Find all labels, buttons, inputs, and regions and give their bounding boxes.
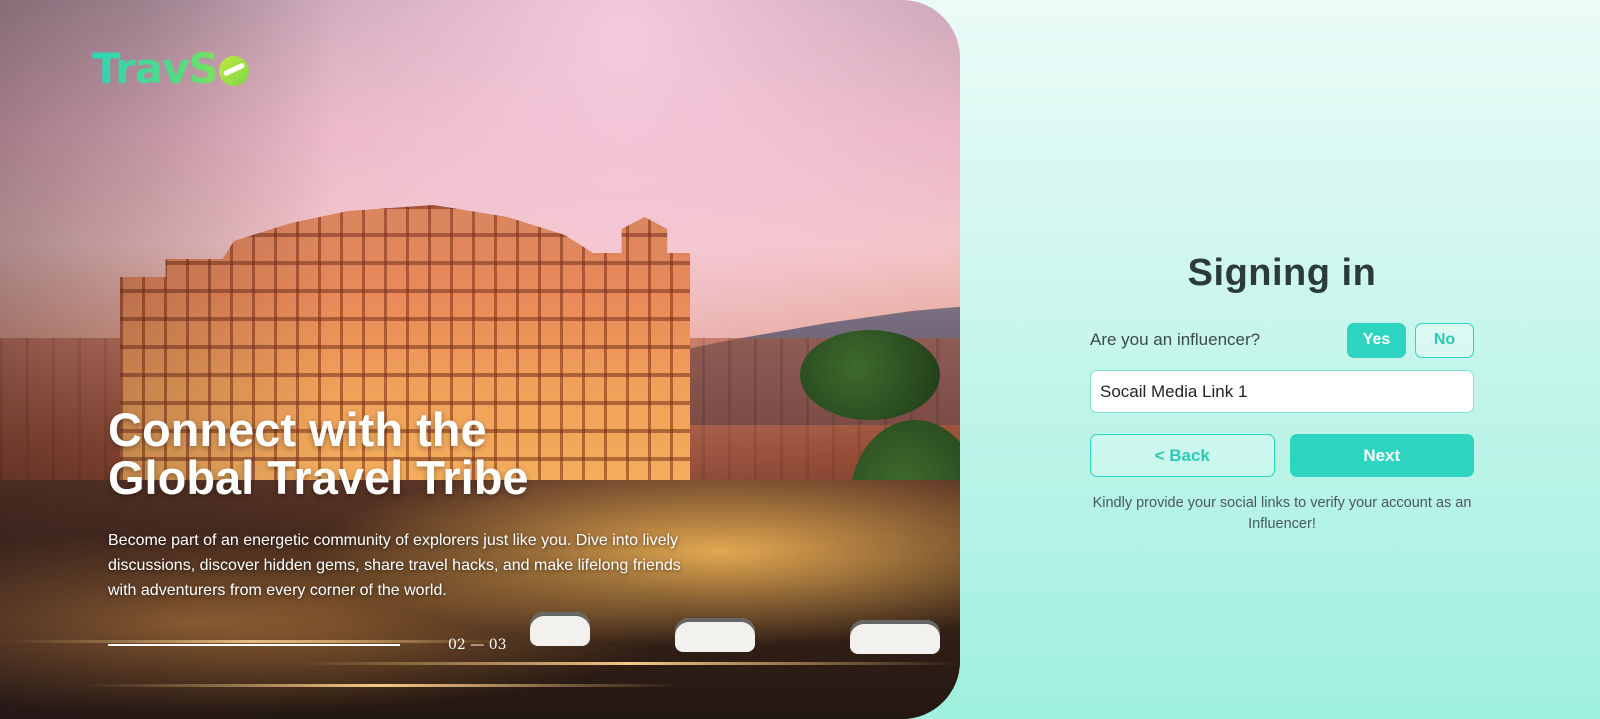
globe-o-icon: [218, 55, 249, 86]
back-button[interactable]: < Back: [1090, 434, 1275, 477]
page-title: Signing in: [1187, 252, 1377, 294]
slide-progress-fill: [108, 644, 400, 646]
social-media-link-input[interactable]: [1090, 370, 1474, 413]
form-actions: < Back Next: [1090, 434, 1474, 477]
influencer-toggle-group: Yes No: [1347, 322, 1474, 358]
hero-title-line1: Connect with the: [108, 403, 487, 456]
next-button[interactable]: Next: [1289, 434, 1474, 477]
no-button[interactable]: No: [1415, 322, 1474, 358]
signin-form: Signing in Are you an influencer? Yes No…: [1090, 248, 1474, 535]
slide-indicator: 02 — 03: [448, 637, 507, 653]
hero-title: Connect with the Global Travel Tribe: [108, 406, 628, 502]
hero-description: Become part of an energetic community of…: [108, 532, 681, 599]
influencer-question-row: Are you an influencer? Yes No: [1090, 322, 1474, 358]
influencer-question-label: Are you an influencer?: [1090, 330, 1261, 349]
logo-text: TravS: [92, 44, 218, 93]
hero-panel: TravS Connect with the Global Travel Tri…: [0, 0, 960, 719]
hero-title-line2: Global Travel Tribe: [108, 451, 529, 504]
travso-logo[interactable]: TravS: [92, 44, 249, 93]
slide-progress-bar: [108, 644, 400, 646]
helper-text: Kindly provide your social links to veri…: [1092, 495, 1472, 532]
yes-button[interactable]: Yes: [1347, 322, 1406, 358]
hero-overlay: [0, 0, 960, 719]
